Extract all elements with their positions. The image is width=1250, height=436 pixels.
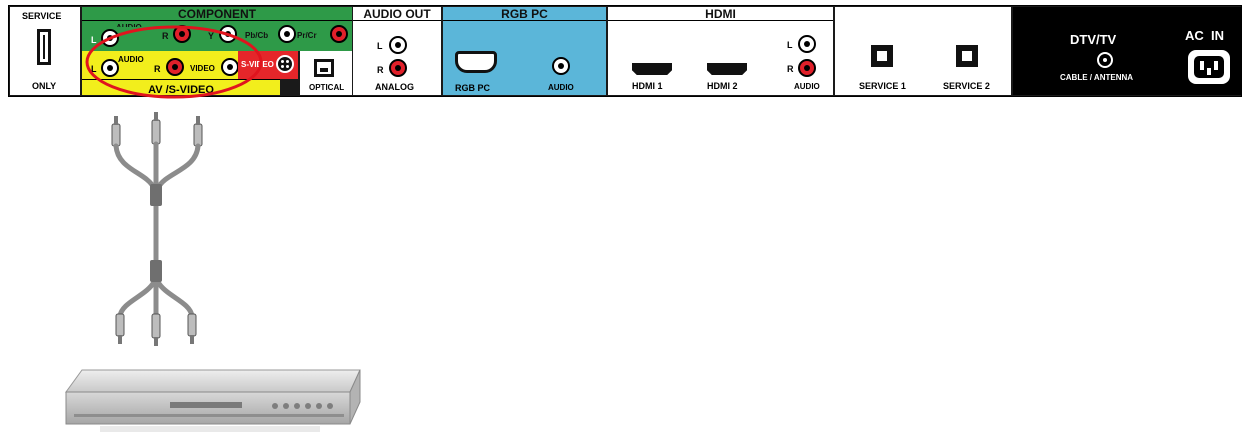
dtv-ac-section: DTV/TV CABLE / ANTENNA AC IN: [1013, 7, 1241, 95]
rgb-pc-section: RGB PC RGB PC AUDIO: [443, 7, 606, 95]
hdmi-1-label: HDMI 1: [632, 81, 663, 91]
optical-port-icon[interactable]: [314, 59, 334, 77]
rgb-pc-port-label: RGB PC: [455, 83, 491, 93]
service-2-label: SERVICE 2: [943, 81, 990, 91]
hdmi-audio-l-label: L: [787, 40, 793, 50]
service-usb-header: SERVICE: [22, 11, 62, 21]
rgb-pc-audio-jack[interactable]: [552, 57, 570, 75]
dtv-subtitle: CABLE / ANTENNA: [1060, 73, 1134, 82]
hdmi-audio-label: AUDIO: [794, 82, 820, 91]
service-2-port-icon[interactable]: [956, 45, 978, 67]
audio-out-l-label: L: [377, 41, 383, 51]
hdmi-audio-l-jack[interactable]: [798, 35, 816, 53]
ac-power-socket-icon[interactable]: [1188, 50, 1230, 84]
component-pr-jack[interactable]: [330, 25, 348, 43]
coax-jack-icon[interactable]: [1097, 52, 1113, 68]
audio-out-r-label: R: [377, 65, 384, 75]
svideo-jack-icon[interactable]: [276, 55, 294, 73]
service-1-label: SERVICE 1: [859, 81, 906, 91]
ac-in-title: AC IN: [1185, 28, 1224, 43]
audio-out-header: AUDIO OUT: [353, 7, 441, 21]
service-1-port-icon[interactable]: [871, 45, 893, 67]
hdmi-audio-r-jack[interactable]: [798, 59, 816, 77]
component-pr-label: Pr/Cr: [297, 31, 317, 40]
hdmi-2-label: HDMI 2: [707, 81, 738, 91]
audio-out-l-jack[interactable]: [389, 36, 407, 54]
rgb-pc-audio-label: AUDIO: [548, 83, 574, 92]
hdmi-header: HDMI: [608, 7, 833, 21]
highlight-circle: [85, 25, 263, 99]
service-usb-section: SERVICE ONLY: [10, 7, 80, 95]
service-usb-footer: ONLY: [32, 81, 57, 91]
rca-composite-cable-icon: [111, 112, 203, 346]
component-pb-jack[interactable]: [278, 25, 296, 43]
audio-out-section: AUDIO OUT L R ANALOG: [353, 7, 441, 95]
hdmi-1-port-icon[interactable]: [632, 63, 672, 75]
dtv-title: DTV/TV: [1070, 32, 1117, 47]
vga-port-icon[interactable]: [455, 51, 497, 73]
audio-out-r-jack[interactable]: [389, 59, 407, 77]
optical-section: OPTICAL: [300, 51, 352, 95]
dvd-player-icon: [65, 369, 361, 432]
usb-port-icon: [37, 29, 51, 65]
audio-out-footer: ANALOG: [375, 82, 414, 92]
optical-label: OPTICAL: [309, 83, 345, 92]
service-ports-section: SERVICE 1 SERVICE 2: [835, 7, 1011, 95]
hdmi-audio-r-label: R: [787, 64, 794, 74]
hdmi-section: HDMI HDMI 1 HDMI 2 L R AUDIO: [608, 7, 833, 95]
hdmi-2-port-icon[interactable]: [707, 63, 747, 75]
rgb-pc-header: RGB PC: [443, 7, 606, 21]
component-header: COMPONENT: [82, 7, 352, 21]
